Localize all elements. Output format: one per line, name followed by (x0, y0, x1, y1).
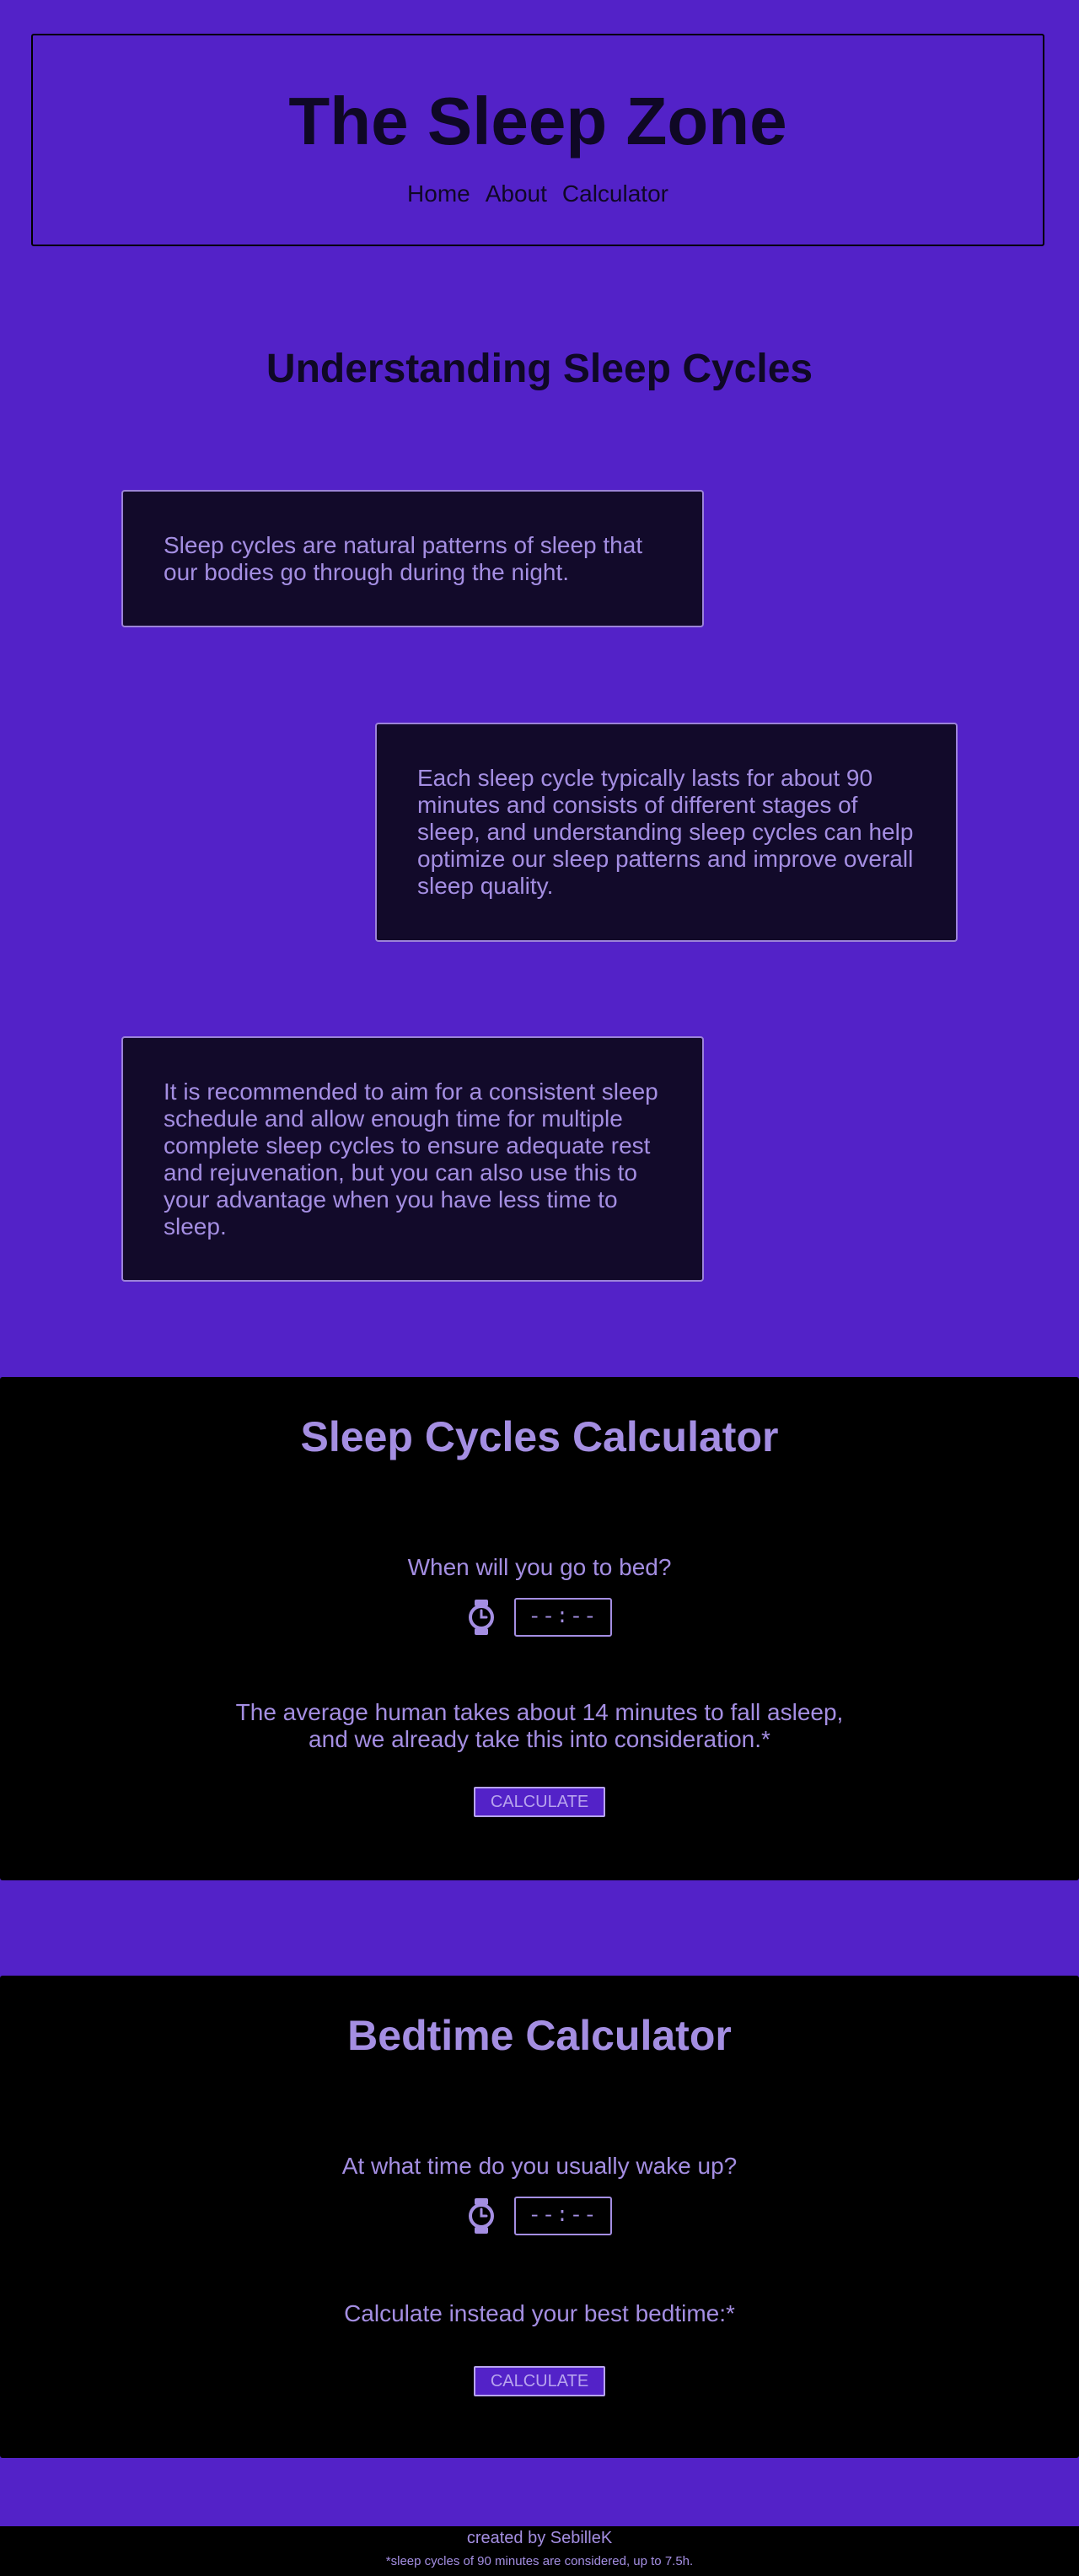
info-card-cycle-length: Each sleep cycle typically lasts for abo… (375, 723, 958, 942)
calculator-title: Sleep Cycles Calculator (300, 1413, 779, 1460)
time-input-row (0, 1598, 1079, 1637)
fall-asleep-note-line1: The average human takes about 14 minutes… (235, 1699, 844, 1725)
info-card-text: Each sleep cycle typically lasts for abo… (417, 765, 914, 899)
nav-link-calculator[interactable]: Calculator (562, 180, 668, 207)
calculate-bedtime-button[interactable]: CALCULATE (474, 2366, 605, 2396)
bedtime-time-input[interactable] (514, 1598, 612, 1637)
time-input-row (0, 2197, 1079, 2235)
fall-asleep-note-line2: and we already take this into considerat… (309, 1726, 770, 1752)
watch-icon (469, 2198, 494, 2234)
bedtime-question: When will you go to bed? (407, 1554, 672, 1580)
sleep-cycles-calculator: Sleep Cycles Calculator When will you go… (0, 1377, 1079, 1880)
site-footer: created by SebilleK *sleep cycles of 90 … (0, 2526, 1079, 2576)
bedtime-note: Calculate instead your best bedtime:* (344, 2300, 735, 2326)
info-card-text: Sleep cycles are natural patterns of sle… (164, 532, 643, 585)
fall-asleep-note: The average human takes about 14 minutes… (0, 1699, 1079, 1753)
section-title: Understanding Sleep Cycles (266, 347, 813, 391)
footer-credit: created by SebilleK (466, 2529, 613, 2547)
info-card-recommendation: It is recommended to aim for a consisten… (121, 1036, 704, 1282)
site-title: The Sleep Zone (288, 83, 787, 159)
nav-link-home[interactable]: Home (407, 180, 470, 207)
main-nav: Home About Calculator (33, 180, 1043, 207)
calculate-wake-times-button[interactable]: CALCULATE (474, 1787, 605, 1817)
calculator-title: Bedtime Calculator (347, 2012, 732, 2059)
bedtime-calculator: Bedtime Calculator At what time do you u… (0, 1976, 1079, 2458)
info-card-sleep-cycles: Sleep cycles are natural patterns of sle… (121, 490, 704, 627)
wakeup-time-input[interactable] (514, 2197, 612, 2235)
nav-link-about[interactable]: About (486, 180, 547, 207)
watch-icon (469, 1600, 494, 1635)
info-card-text: It is recommended to aim for a consisten… (164, 1078, 658, 1240)
footer-note: *sleep cycles of 90 minutes are consider… (385, 2554, 694, 2568)
wakeup-question: At what time do you usually wake up? (341, 2153, 738, 2179)
site-header: The Sleep Zone Home About Calculator (31, 34, 1044, 246)
